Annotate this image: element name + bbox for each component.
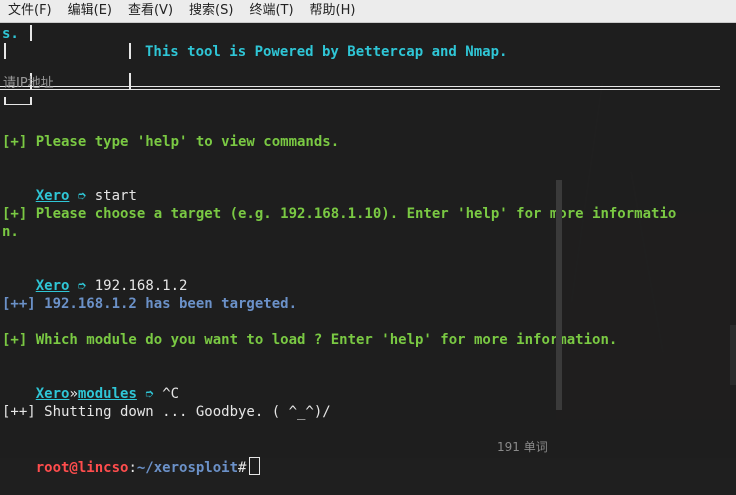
menu-bar: 文件(F) 编辑(E) 查看(V) 搜索(S) 终端(T) 帮助(H) <box>0 0 736 23</box>
command-text: start <box>94 188 137 204</box>
scrollbar[interactable] <box>556 180 562 410</box>
shell-prompt[interactable]: root@lincso:~/xerosploit# <box>2 439 261 495</box>
menu-terminal[interactable]: 终端(T) <box>241 0 301 22</box>
prompt-name: Xero <box>35 278 70 294</box>
box-border <box>0 86 720 87</box>
shell-hash: # <box>238 460 247 476</box>
menu-view[interactable]: 查看(V) <box>120 0 181 22</box>
choose-target-message-wrap: n. <box>2 224 19 240</box>
text-cursor <box>249 457 261 475</box>
banner-text: This tool is Powered by Bettercap and Nm… <box>145 44 508 60</box>
command-text: ^C <box>162 386 180 402</box>
shutdown-message: [++] Shutting down ... Goodbye. ( ^_^)/ <box>2 404 331 420</box>
targeted-message: [++] 192.168.1.2 has been targeted. <box>2 296 298 312</box>
box-border <box>4 43 6 59</box>
choose-target-message: [+] Please choose a target (e.g. 192.168… <box>2 206 677 222</box>
terminal-output[interactable]: s. This tool is Powered by Bettercap and… <box>0 23 736 476</box>
prompt-separator: » <box>69 386 78 402</box>
word-count-overlay: 191 单词 <box>497 440 548 454</box>
ghost-overlay-text: 请IP地址 <box>3 76 54 91</box>
shell-path: ~/xerosploit <box>136 460 239 476</box>
menu-file[interactable]: 文件(F) <box>0 0 60 22</box>
box-border <box>4 104 32 105</box>
module-prompt-message: [+] Which module do you want to load ? E… <box>2 332 618 348</box>
command-text: 192.168.1.2 <box>94 278 188 294</box>
box-border <box>129 43 131 59</box>
menu-help[interactable]: 帮助(H) <box>302 0 364 22</box>
prompt-module: modules <box>77 386 137 402</box>
help-hint: [+] Please type 'help' to view commands. <box>2 134 340 150</box>
menu-edit[interactable]: 编辑(E) <box>60 0 120 22</box>
shell-user-host: root@lincso <box>35 460 129 476</box>
box-border <box>0 89 720 90</box>
box-border <box>30 25 32 41</box>
prompt-arrow: ➮ <box>145 386 154 402</box>
prompt-name: Xero <box>35 188 70 204</box>
shell-colon: : <box>128 460 137 476</box>
resize-handle[interactable] <box>730 325 736 385</box>
prompt-name: Xero <box>35 386 70 402</box>
banner-fragment: s. <box>2 26 19 42</box>
menu-search[interactable]: 搜索(S) <box>181 0 241 22</box>
box-border <box>129 73 131 89</box>
